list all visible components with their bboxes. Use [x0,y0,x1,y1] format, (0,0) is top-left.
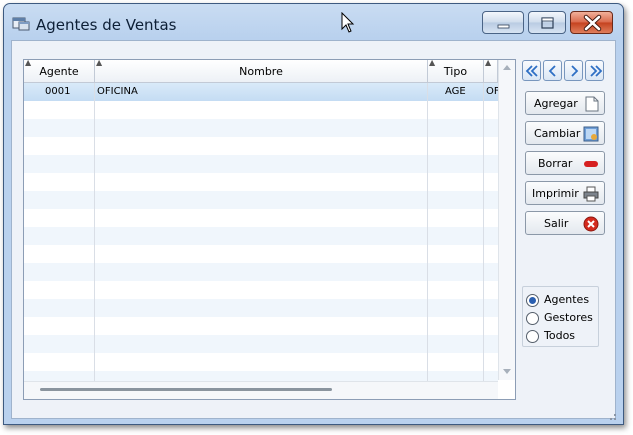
minimize-button[interactable] [482,11,524,34]
column-header-agente[interactable]: ▲︎ Agente [24,60,95,82]
resize-grip-icon[interactable] [609,410,616,420]
borrar-button[interactable]: Borrar [525,151,605,175]
app-window-icon[interactable] [12,15,30,31]
double-chevron-right-icon [590,65,603,77]
scroll-up-icon [503,65,511,70]
horizontal-scrollbar[interactable] [24,381,498,399]
agents-grid[interactable]: ▲︎ Agente ▲︎ Nombre ▲︎ Tipo ▲︎ 0001 OFIC… [23,59,516,400]
grid-header: ▲︎ Agente ▲︎ Nombre ▲︎ Tipo ▲︎ [24,60,498,83]
radio-button[interactable] [526,330,539,343]
mouse-cursor-icon [341,11,355,37]
red-minus-icon [583,156,599,175]
maximize-button[interactable] [528,11,566,34]
title-bar[interactable]: Agentes de Ventas [4,4,623,40]
agregar-button[interactable]: Agregar [525,91,605,115]
column-header-nombre[interactable]: ▲︎ Nombre [95,60,428,82]
red-x-circle-icon [583,216,599,235]
column-divider [483,83,484,381]
client-area: ▲︎ Agente ▲︎ Nombre ▲︎ Tipo ▲︎ 0001 OFIC… [11,40,616,420]
radio-button-checked[interactable] [526,294,539,307]
cell-extra: OF [486,86,498,97]
column-header-tipo[interactable]: ▲︎ Tipo [428,60,484,82]
salir-button[interactable]: Salir [525,211,605,235]
close-button[interactable] [570,11,613,34]
filter-radio-group: Agentes Gestores Todos [522,286,599,347]
double-chevron-left-icon [525,65,538,77]
cambiar-button[interactable]: Cambiar [525,121,605,145]
vertical-scrollbar[interactable] [498,60,515,380]
cell-agente: 0001 [45,86,71,97]
previous-record-button[interactable] [543,60,562,81]
last-record-button[interactable] [585,60,604,81]
scroll-down-icon [503,369,511,374]
minimize-icon [497,24,510,29]
chevron-left-icon [548,65,556,77]
sort-icon: ▲︎ [96,59,103,67]
cell-tipo: AGE [445,86,466,97]
imprimir-button[interactable]: Imprimir [525,181,605,205]
chevron-right-icon [571,65,579,77]
sort-icon: ▲︎ [485,59,492,67]
sort-icon: ▲︎ [25,59,32,67]
edit-picture-icon [583,126,599,145]
sort-icon: ▲︎ [429,59,436,67]
printer-icon [583,186,599,205]
column-divider [427,83,428,381]
radio-button[interactable] [526,312,539,325]
horizontal-scroll-thumb[interactable] [40,388,332,391]
next-record-button[interactable] [564,60,583,81]
new-document-icon [585,96,599,115]
first-record-button[interactable] [522,60,541,81]
column-divider [94,83,95,381]
main-window: Agentes de Ventas ▲︎ Agente ▲︎ Nombre ▲︎… [3,3,624,425]
column-header-extra[interactable]: ▲︎ [484,60,498,82]
window-title: Agentes de Ventas [36,16,177,34]
cell-nombre: OFICINA [97,86,138,97]
